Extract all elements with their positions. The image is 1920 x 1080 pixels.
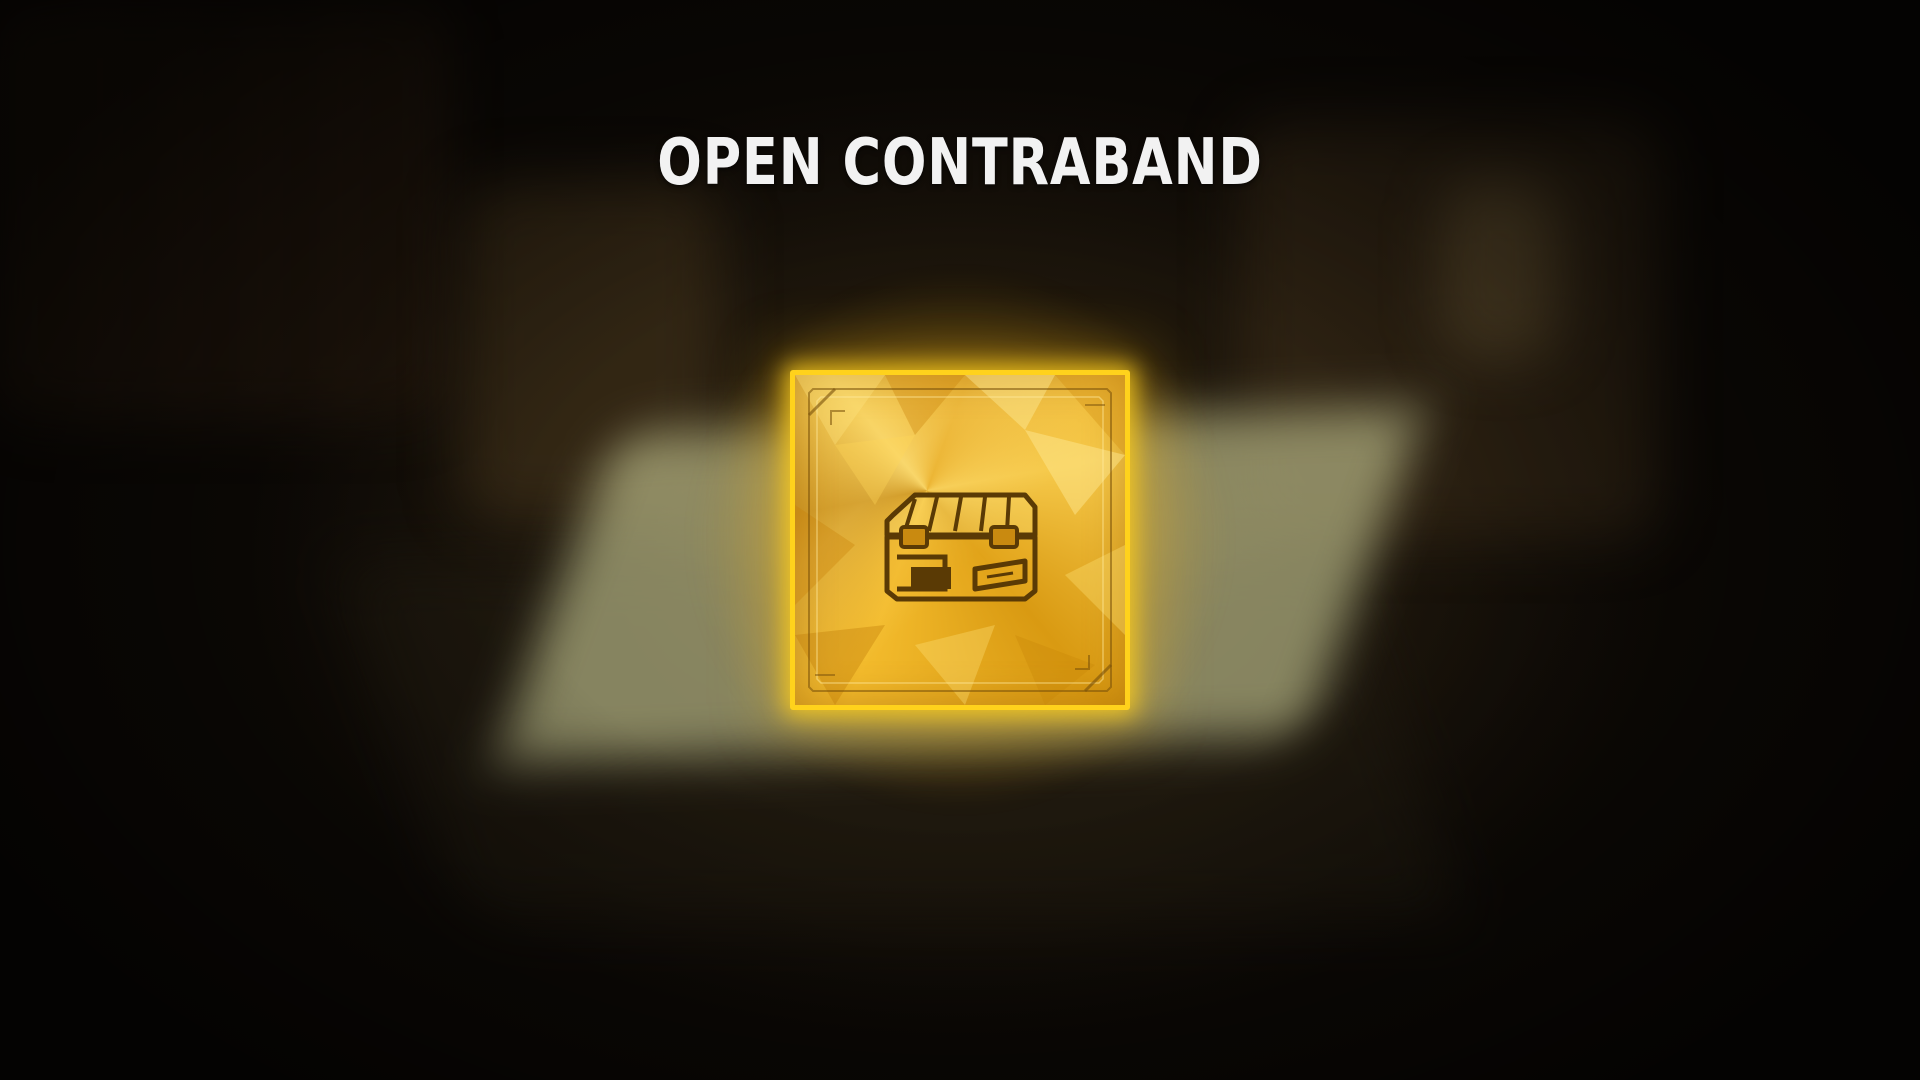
- contraband-card[interactable]: [790, 370, 1130, 710]
- open-contraband-screen: OPEN CONTRABAND: [0, 0, 1920, 1080]
- screen-title: OPEN CONTRABAND: [657, 126, 1263, 200]
- contraband-chest-icon: [884, 492, 1038, 602]
